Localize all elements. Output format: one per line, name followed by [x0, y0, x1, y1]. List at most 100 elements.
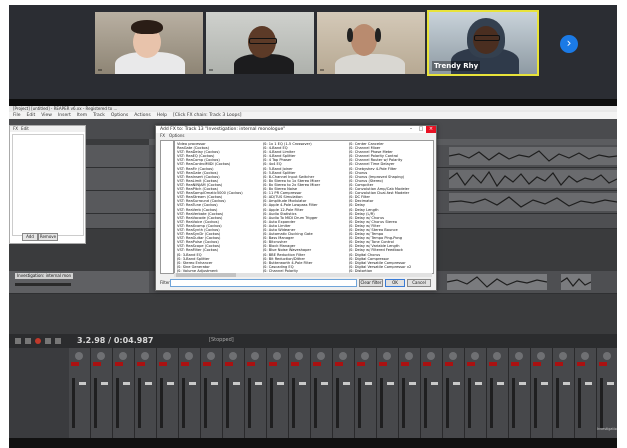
fx-menu-edit[interactable]: Edit	[21, 126, 29, 131]
menu-view[interactable]: View	[41, 113, 52, 118]
mute-button[interactable]	[577, 362, 585, 366]
mute-button[interactable]	[423, 362, 431, 366]
mixer-channel-strip[interactable]	[179, 348, 201, 438]
mute-button[interactable]	[137, 362, 145, 366]
fx-plugin-list[interactable]: Video processor ReaGate (Cockos) VST: ReaD…	[174, 140, 434, 274]
volume-fader[interactable]	[343, 382, 350, 385]
volume-fader[interactable]	[475, 382, 482, 385]
mixer-channel-strip[interactable]	[69, 348, 91, 438]
cancel-button[interactable]: Cancel	[407, 279, 431, 287]
mute-button[interactable]	[533, 362, 541, 366]
volume-fader[interactable]	[79, 382, 86, 385]
pan-knob[interactable]	[471, 352, 479, 360]
mute-button[interactable]	[203, 362, 211, 366]
mixer-channel-strip[interactable]	[531, 348, 553, 438]
mixer-channel-strip[interactable]	[311, 348, 333, 438]
mixer-channel-strip[interactable]	[267, 348, 289, 438]
volume-fader[interactable]	[497, 382, 504, 385]
pan-knob[interactable]	[581, 352, 589, 360]
volume-fader[interactable]	[563, 382, 570, 385]
mute-button[interactable]	[225, 362, 233, 366]
pan-knob[interactable]	[207, 352, 215, 360]
mixer-channel-strip[interactable]	[377, 348, 399, 438]
volume-fader[interactable]	[123, 382, 130, 385]
filter-input[interactable]	[170, 279, 357, 287]
pan-knob[interactable]	[383, 352, 391, 360]
fx-menu-fx[interactable]: FX	[13, 126, 18, 131]
mixer-channel-strip[interactable]	[157, 348, 179, 438]
mixer-channel-strip[interactable]	[355, 348, 377, 438]
mixer-channel-strip[interactable]	[399, 348, 421, 438]
mixer-channel-strip[interactable]	[201, 348, 223, 438]
volume-fader[interactable]	[255, 382, 262, 385]
pan-knob[interactable]	[405, 352, 413, 360]
mixer-channel-strip[interactable]	[421, 348, 443, 438]
participant-tile-active[interactable]: Trendy Rhy	[427, 10, 539, 76]
volume-fader[interactable]	[453, 382, 460, 385]
track-control-panel-selected[interactable]: Investigation: internal mon	[9, 271, 149, 294]
pan-knob[interactable]	[163, 352, 171, 360]
minimize-icon[interactable]: –	[406, 126, 416, 133]
add-fx-button[interactable]: Add	[22, 233, 38, 241]
maximize-icon[interactable]: □	[416, 126, 426, 133]
close-icon[interactable]: ×	[426, 126, 436, 133]
next-participants-button[interactable]: ›	[560, 35, 578, 53]
dialog-menu-fx[interactable]: FX	[160, 133, 165, 138]
participant-tile[interactable]	[317, 12, 425, 74]
menu-options[interactable]: Options	[111, 113, 128, 118]
menu-insert[interactable]: Insert	[58, 113, 71, 118]
menu-edit[interactable]: Edit	[27, 113, 36, 118]
participant-tile[interactable]	[206, 12, 314, 74]
pan-knob[interactable]	[229, 352, 237, 360]
ok-button[interactable]: OK	[385, 279, 405, 287]
mute-button[interactable]	[115, 362, 123, 366]
volume-fader[interactable]	[189, 382, 196, 385]
mute-button[interactable]	[335, 362, 343, 366]
pan-knob[interactable]	[537, 352, 545, 360]
pan-knob[interactable]	[339, 352, 347, 360]
menu-actions[interactable]: Actions	[134, 113, 150, 118]
mixer-channel-strip[interactable]: Investigation 1	[597, 348, 617, 438]
participant-tile[interactable]	[95, 12, 203, 74]
mixer-channel-strip[interactable]	[443, 348, 465, 438]
pan-knob[interactable]	[119, 352, 127, 360]
mixer-channel-strip[interactable]	[135, 348, 157, 438]
mute-button[interactable]	[71, 362, 79, 366]
mixer-channel-strip[interactable]	[333, 348, 355, 438]
mixer-channel-strip[interactable]	[465, 348, 487, 438]
mute-button[interactable]	[269, 362, 277, 366]
mute-button[interactable]	[555, 362, 563, 366]
volume-fader[interactable]	[167, 382, 174, 385]
mute-button[interactable]	[357, 362, 365, 366]
dialog-menu-options[interactable]: Options	[169, 133, 184, 138]
pan-knob[interactable]	[185, 352, 193, 360]
mute-button[interactable]	[291, 362, 299, 366]
menu-help[interactable]: Help	[157, 113, 167, 118]
pan-knob[interactable]	[603, 352, 611, 360]
clear-filter-button[interactable]: Clear filter	[359, 279, 383, 287]
track-name-field[interactable]: Investigation: internal mon	[15, 273, 73, 279]
mixer-channel-strip[interactable]	[289, 348, 311, 438]
mute-button[interactable]	[159, 362, 167, 366]
pan-knob[interactable]	[493, 352, 501, 360]
volume-fader[interactable]	[101, 382, 108, 385]
volume-fader[interactable]	[585, 382, 592, 385]
mixer-channel-strip[interactable]	[245, 348, 267, 438]
fx-chain-list[interactable]	[12, 134, 84, 236]
volume-fader[interactable]	[211, 382, 218, 385]
mute-button[interactable]	[489, 362, 497, 366]
mixer-channel-strip[interactable]	[487, 348, 509, 438]
remove-fx-button[interactable]: Remove	[38, 233, 58, 241]
volume-fader[interactable]	[321, 382, 328, 385]
mixer-channel-strip[interactable]	[91, 348, 113, 438]
pan-knob[interactable]	[75, 352, 83, 360]
mute-button[interactable]	[247, 362, 255, 366]
volume-fader[interactable]	[519, 382, 526, 385]
stop-button[interactable]	[25, 338, 31, 344]
horizontal-scrollbar[interactable]	[174, 273, 432, 277]
pan-knob[interactable]	[427, 352, 435, 360]
pan-knob[interactable]	[97, 352, 105, 360]
volume-fader[interactable]	[299, 382, 306, 385]
pause-button[interactable]	[55, 338, 61, 344]
pan-knob[interactable]	[317, 352, 325, 360]
